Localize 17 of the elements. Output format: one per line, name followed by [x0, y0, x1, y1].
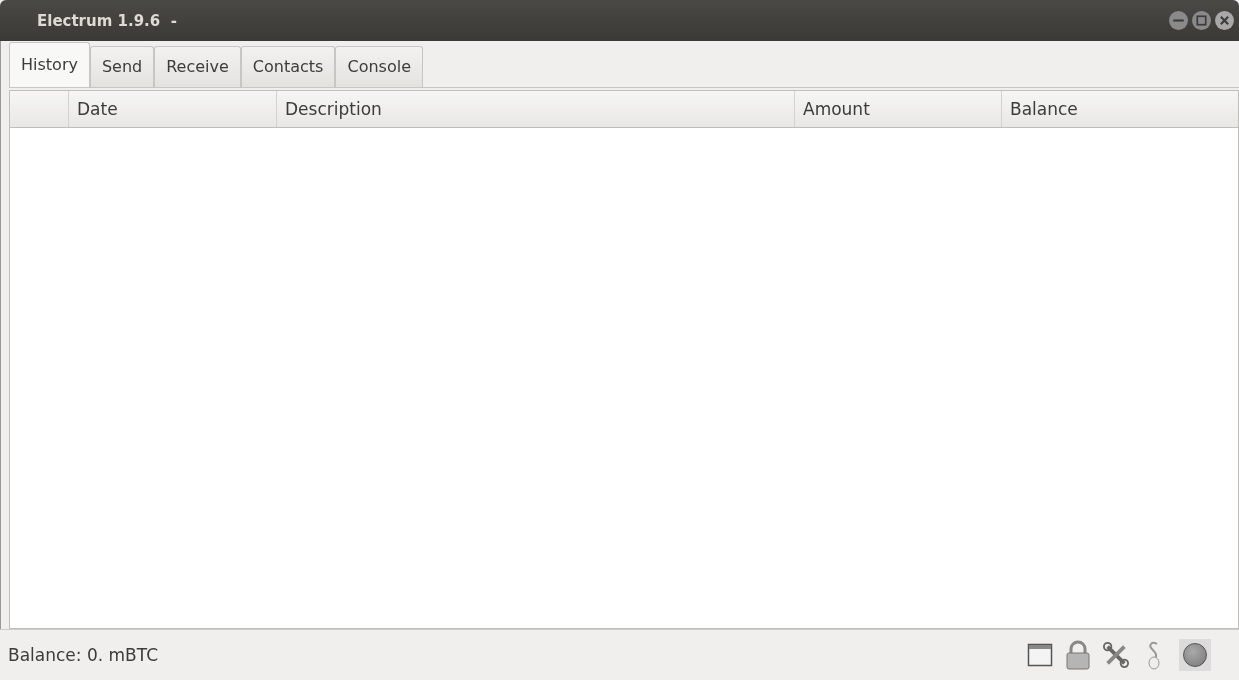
column-header[interactable]: Date — [69, 91, 277, 127]
minimize-icon[interactable] — [1168, 10, 1189, 31]
tools-icon[interactable] — [1103, 640, 1129, 670]
tab[interactable]: History — [9, 42, 90, 87]
balance-label: Balance: 0. mBTC — [8, 645, 159, 665]
tab[interactable]: Receive — [154, 46, 241, 87]
column-header[interactable]: Balance — [1002, 91, 1238, 127]
column-header[interactable]: Description — [277, 91, 795, 127]
close-icon[interactable] — [1214, 10, 1235, 31]
tab[interactable]: Console — [335, 46, 423, 87]
lock-icon[interactable] — [1065, 640, 1091, 670]
maximize-icon[interactable] — [1191, 10, 1212, 31]
network-status-icon[interactable] — [1179, 639, 1211, 671]
tab[interactable]: Contacts — [240, 46, 336, 87]
window-title: Electrum 1.9.6 - — [37, 11, 177, 30]
tab[interactable]: Send — [89, 46, 155, 87]
column-header[interactable]: Amount — [795, 91, 1002, 127]
